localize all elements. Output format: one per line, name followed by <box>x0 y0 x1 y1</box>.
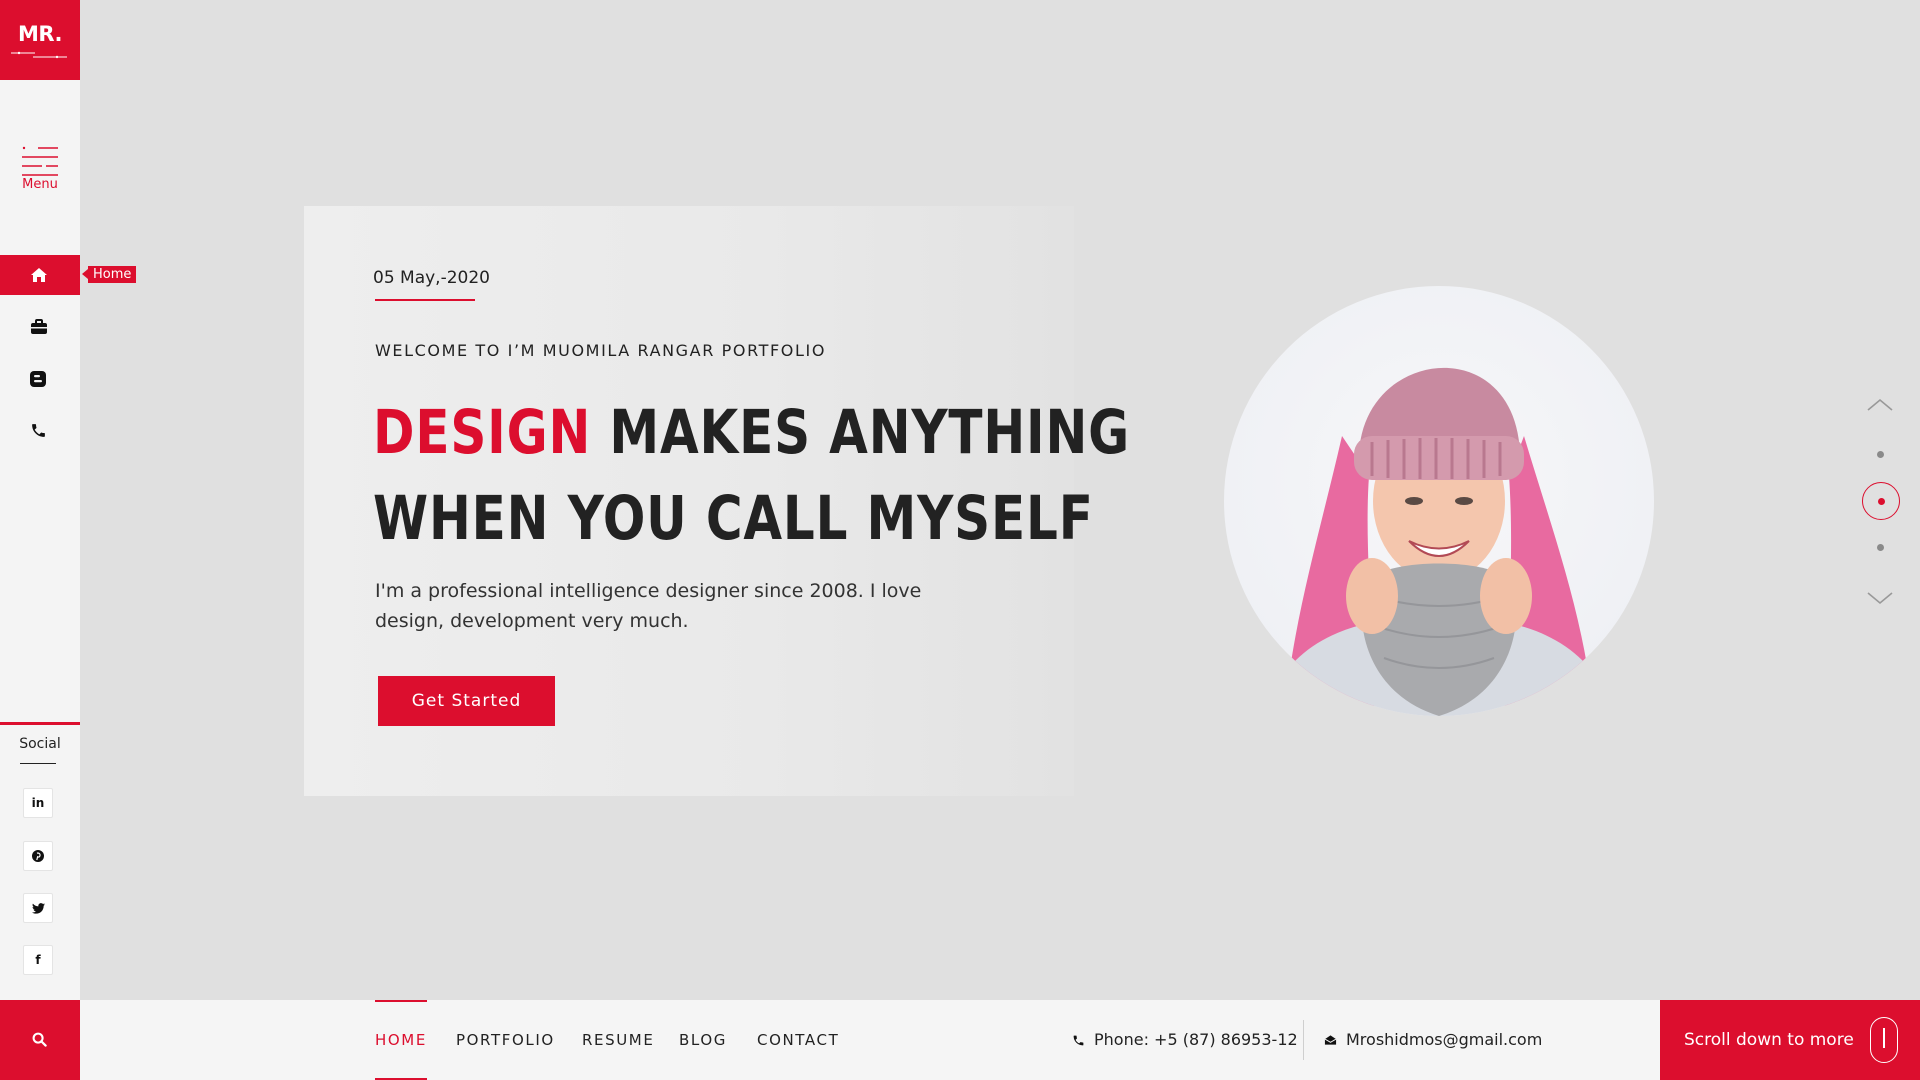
hero-date: 05 May,-2020 <box>373 268 490 288</box>
phone-icon <box>1073 1035 1084 1046</box>
pager-dot-1[interactable] <box>1877 451 1884 458</box>
facebook-icon: f <box>35 953 41 967</box>
nav-blog[interactable]: BLOG <box>679 1000 727 1080</box>
get-started-button[interactable]: Get Started <box>378 676 555 726</box>
portrait-illustration <box>1264 367 1614 716</box>
pager-down-icon[interactable] <box>1864 587 1896 611</box>
social-section: Social <box>0 722 80 764</box>
nav-contact[interactable]: CONTACT <box>757 1000 839 1080</box>
pager-dot-2-active[interactable] <box>1862 482 1900 520</box>
headline-line1: MAKES ANYTHING <box>591 397 1131 468</box>
headline-accent: DESIGN <box>373 397 592 468</box>
pinterest-button[interactable] <box>23 841 53 871</box>
menu-button[interactable]: Menu <box>0 140 80 200</box>
twitter-icon <box>31 902 45 914</box>
social-underline <box>20 763 56 764</box>
linkedin-icon: in <box>31 796 45 810</box>
logo-lines-icon <box>11 51 67 59</box>
home-icon <box>31 268 47 282</box>
contact-divider <box>1303 1020 1304 1060</box>
nav-home[interactable]: HOME <box>375 1000 427 1080</box>
search-icon <box>32 1032 47 1047</box>
phone-text: Phone: +5 (87) 86953-12 <box>1094 1030 1298 1049</box>
email-contact[interactable]: Mroshidmos@gmail.com <box>1324 1000 1554 1080</box>
pager-up-icon[interactable] <box>1864 392 1896 416</box>
sidebar: MR. Menu Home Social in f <box>0 0 137 1080</box>
briefcase-icon <box>31 319 47 334</box>
facebook-button[interactable]: f <box>23 945 53 975</box>
sidebar-item-blog[interactable] <box>0 359 80 399</box>
home-tooltip: Home <box>81 266 137 283</box>
menu-lines-icon <box>22 146 58 176</box>
envelope-icon <box>1324 1035 1337 1045</box>
social-title: Social <box>19 736 61 752</box>
mouse-icon <box>1870 1017 1898 1063</box>
phone-icon <box>32 424 45 437</box>
sidebar-item-portfolio[interactable] <box>0 307 80 347</box>
menu-label: Menu <box>22 177 58 192</box>
blogger-icon <box>30 371 46 387</box>
sidebar-item-contact[interactable] <box>0 410 80 450</box>
logo[interactable]: MR. <box>0 0 80 80</box>
headline-line2: WHEN YOU CALL MYSELF <box>373 483 1094 554</box>
pager-dot-3[interactable] <box>1877 544 1884 551</box>
scroll-down-button[interactable]: Scroll down to more <box>1660 1000 1920 1080</box>
hero-headline: DESIGN MAKES ANYTHING WHEN YOU CALL MYSE… <box>373 390 1129 562</box>
welcome-text: WELCOME TO I’M MUOMILA RANGAR PORTFOLIO <box>375 341 827 360</box>
hero-description: I'm a professional intelligence designer… <box>375 580 922 632</box>
date-underline <box>375 299 475 301</box>
profile-photo <box>1224 286 1654 716</box>
linkedin-button[interactable]: in <box>23 788 53 818</box>
sidebar-item-home[interactable] <box>0 255 80 295</box>
twitter-button[interactable] <box>23 893 53 923</box>
pinterest-icon <box>32 850 44 862</box>
logo-text: MR. <box>18 22 62 46</box>
email-text: Mroshidmos@gmail.com <box>1346 1030 1543 1049</box>
nav-resume[interactable]: RESUME <box>582 1000 654 1080</box>
search-button[interactable] <box>0 1000 80 1080</box>
phone-contact[interactable]: Phone: +5 (87) 86953-12 <box>1072 1000 1298 1080</box>
nav-portfolio[interactable]: PORTFOLIO <box>456 1000 555 1080</box>
scroll-text: Scroll down to more <box>1684 1030 1854 1050</box>
